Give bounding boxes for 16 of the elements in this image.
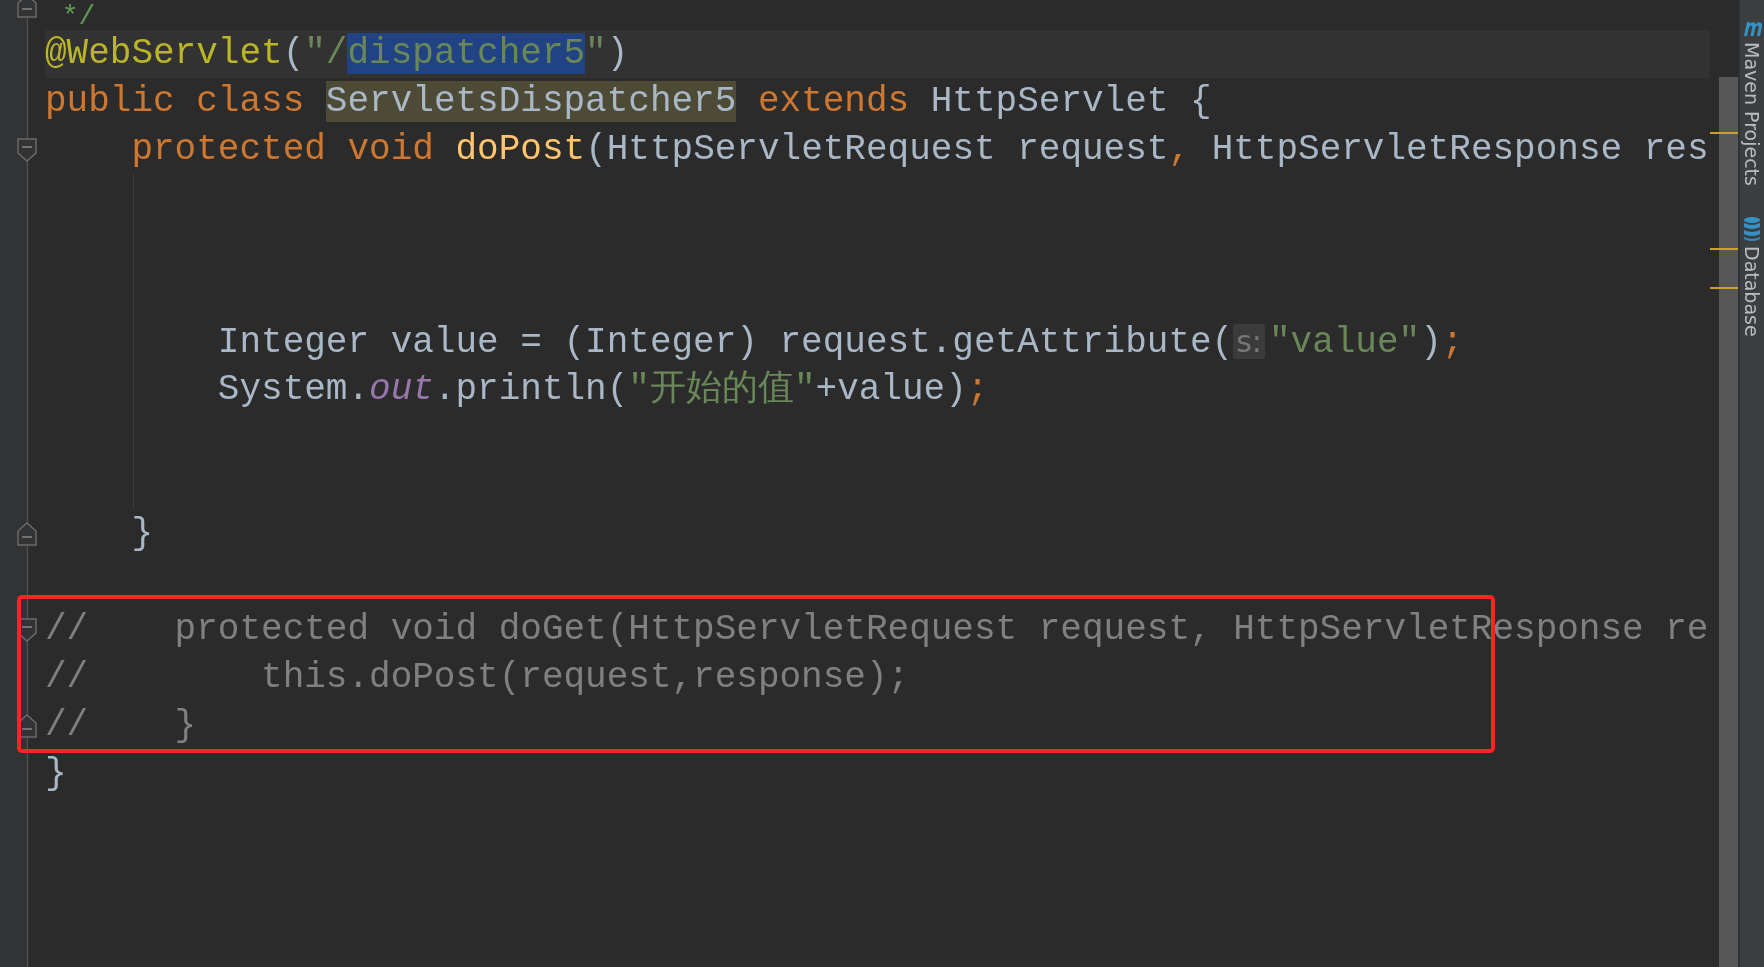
code-line: Integer value = (Integer) request.getAttribute(s: "value"); [216,321,1465,365]
tool-window-button[interactable]: Maven Projects [1741,16,1763,186]
database-icon [1742,215,1762,242]
code-line: } [130,512,155,556]
tool-window-button[interactable]: Database [1741,215,1763,337]
fold-icon[interactable] [16,521,38,547]
code-line: System.out.println("开始的值"+value); [216,368,990,412]
fold-icon[interactable] [16,0,38,19]
fold-icon[interactable] [16,137,38,163]
code-line: } [45,752,68,796]
code-line: public class ServletsDispatcher5 extends HttpServlet { [45,80,1213,124]
code-line: // this.doPost(request,response); [45,656,911,700]
code-line: */ [60,0,97,30]
scrollbar[interactable] [1719,77,1738,967]
code-line: // } [45,704,198,748]
code-line: protected void doPost(HttpServletRequest request, HttpServletResponse res [130,128,1710,172]
